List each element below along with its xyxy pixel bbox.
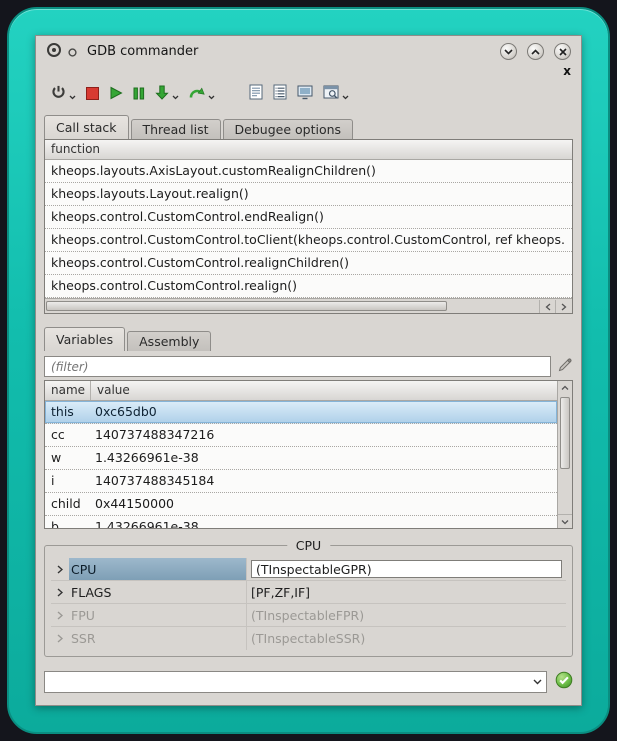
filter-input[interactable] (44, 356, 551, 377)
command-combobox[interactable] (44, 671, 547, 693)
run-icon (109, 85, 123, 104)
column-header-value[interactable]: value (91, 381, 557, 400)
cpu-row[interactable]: FLAGS [PF,ZF,IF] (51, 581, 566, 604)
power-button[interactable] (50, 83, 77, 105)
chevron-down-icon[interactable] (342, 85, 349, 104)
gdb-commander-window: GDB commander x (35, 35, 582, 706)
power-icon (51, 84, 66, 104)
variables-panel: name value this 0xc65db0 cc 140737488347… (44, 380, 573, 529)
step-into-button[interactable] (154, 83, 180, 105)
dock-header: x (36, 64, 581, 78)
variable-row[interactable]: b 1.43266961e-38 (45, 516, 557, 529)
variable-row[interactable]: child 0x44150000 (45, 493, 557, 516)
titlebar[interactable]: GDB commander (36, 36, 581, 64)
ok-check-icon[interactable] (555, 671, 573, 693)
watch-window-icon (323, 85, 339, 104)
filter-row (44, 356, 573, 377)
step-over-icon (189, 85, 205, 104)
column-header-function[interactable]: function (45, 140, 106, 159)
expand-chevron-icon[interactable] (51, 558, 69, 580)
chevron-down-icon[interactable] (172, 85, 179, 104)
call-stack-header-row: function (45, 140, 572, 160)
chevron-down-icon[interactable] (69, 85, 76, 104)
variable-row[interactable]: cc 140737488347216 (45, 424, 557, 447)
scroll-up-icon[interactable] (558, 381, 572, 395)
call-stack-row[interactable]: kheops.control.CustomControl.toClient(kh… (45, 229, 572, 252)
pause-icon (133, 85, 145, 104)
call-list-button[interactable] (272, 83, 288, 105)
variable-row[interactable]: i 140737488345184 (45, 470, 557, 493)
cpu-row[interactable]: CPU (TInspectableGPR) (51, 558, 566, 581)
call-stack-row[interactable]: kheops.layouts.Layout.realign() (45, 183, 572, 206)
command-input[interactable] (45, 673, 528, 691)
window-frame: GDB commander x (7, 7, 610, 734)
filter-icon[interactable] (557, 357, 573, 377)
top-tabbar: Call stack Thread list Debugee options (44, 114, 581, 139)
minimize-button[interactable] (500, 43, 517, 60)
tab-call-stack[interactable]: Call stack (44, 115, 129, 139)
combo-dropdown-icon[interactable] (528, 679, 546, 685)
debug-toolbar (36, 78, 581, 110)
expand-chevron-icon[interactable] (51, 604, 69, 626)
scroll-down-icon[interactable] (558, 514, 572, 528)
dock-close-button[interactable]: x (563, 66, 571, 76)
cpu-groupbox: CPU CPU (TInspectableGPR) FLAGS [PF,ZF,I… (44, 545, 573, 657)
expand-chevron-icon[interactable] (51, 581, 69, 603)
view-source-button[interactable] (248, 83, 264, 105)
step-into-icon (155, 85, 169, 104)
call-stack-row[interactable]: kheops.control.CustomControl.realignChil… (45, 252, 572, 275)
variable-row[interactable]: this 0xc65db0 (45, 401, 557, 424)
call-stack-row[interactable]: kheops.layouts.AxisLayout.customRealignC… (45, 160, 572, 183)
horizontal-scrollbar[interactable] (45, 298, 572, 313)
vertical-scrollbar[interactable] (557, 381, 572, 528)
view-source-icon (249, 84, 263, 104)
stop-icon (86, 85, 99, 104)
pause-button[interactable] (132, 83, 146, 105)
variable-row[interactable]: w 1.43266961e-38 (45, 447, 557, 470)
expand-chevron-icon[interactable] (51, 627, 69, 650)
scroll-left-icon[interactable] (539, 300, 555, 313)
cpu-row[interactable]: FPU (TInspectableFPR) (51, 604, 566, 627)
memory-view-icon (297, 85, 313, 104)
column-header-name[interactable]: name (45, 381, 91, 400)
tab-variables[interactable]: Variables (44, 327, 125, 351)
maximize-button[interactable] (527, 43, 544, 60)
tab-assembly[interactable]: Assembly (127, 331, 211, 351)
step-over-button[interactable] (188, 83, 216, 105)
hscroll-thumb[interactable] (46, 301, 447, 311)
stop-button[interactable] (85, 83, 100, 105)
call-list-icon (273, 84, 287, 104)
vscroll-thumb[interactable] (560, 397, 570, 469)
tab-debugee-options[interactable]: Debugee options (223, 119, 354, 139)
call-stack-row[interactable]: kheops.control.CustomControl.endRealign(… (45, 206, 572, 229)
cpu-row[interactable]: SSR (TInspectableSSR) (51, 627, 566, 650)
memory-view-button[interactable] (296, 83, 314, 105)
run-button[interactable] (108, 83, 124, 105)
middle-tabbar: Variables Assembly (44, 326, 581, 351)
close-button[interactable] (554, 43, 571, 60)
scroll-right-icon[interactable] (555, 300, 571, 313)
call-stack-row[interactable]: kheops.control.CustomControl.realign() (45, 275, 572, 298)
call-stack-panel: function kheops.layouts.AxisLayout.custo… (44, 139, 573, 314)
hscroll-buttons (539, 300, 571, 313)
variables-header-row: name value (45, 381, 557, 401)
tab-thread-list[interactable]: Thread list (131, 119, 221, 139)
pin-icon[interactable] (68, 42, 77, 61)
cpu-value-editor[interactable]: (TInspectableGPR) (251, 560, 562, 578)
desktop-background: GDB commander x (0, 0, 617, 741)
watch-window-button[interactable] (322, 83, 350, 105)
cpu-groupbox-title: CPU (287, 538, 330, 553)
app-icon (46, 42, 62, 62)
command-bar (44, 671, 573, 693)
window-title: GDB commander (87, 44, 198, 59)
chevron-down-icon[interactable] (208, 85, 215, 104)
